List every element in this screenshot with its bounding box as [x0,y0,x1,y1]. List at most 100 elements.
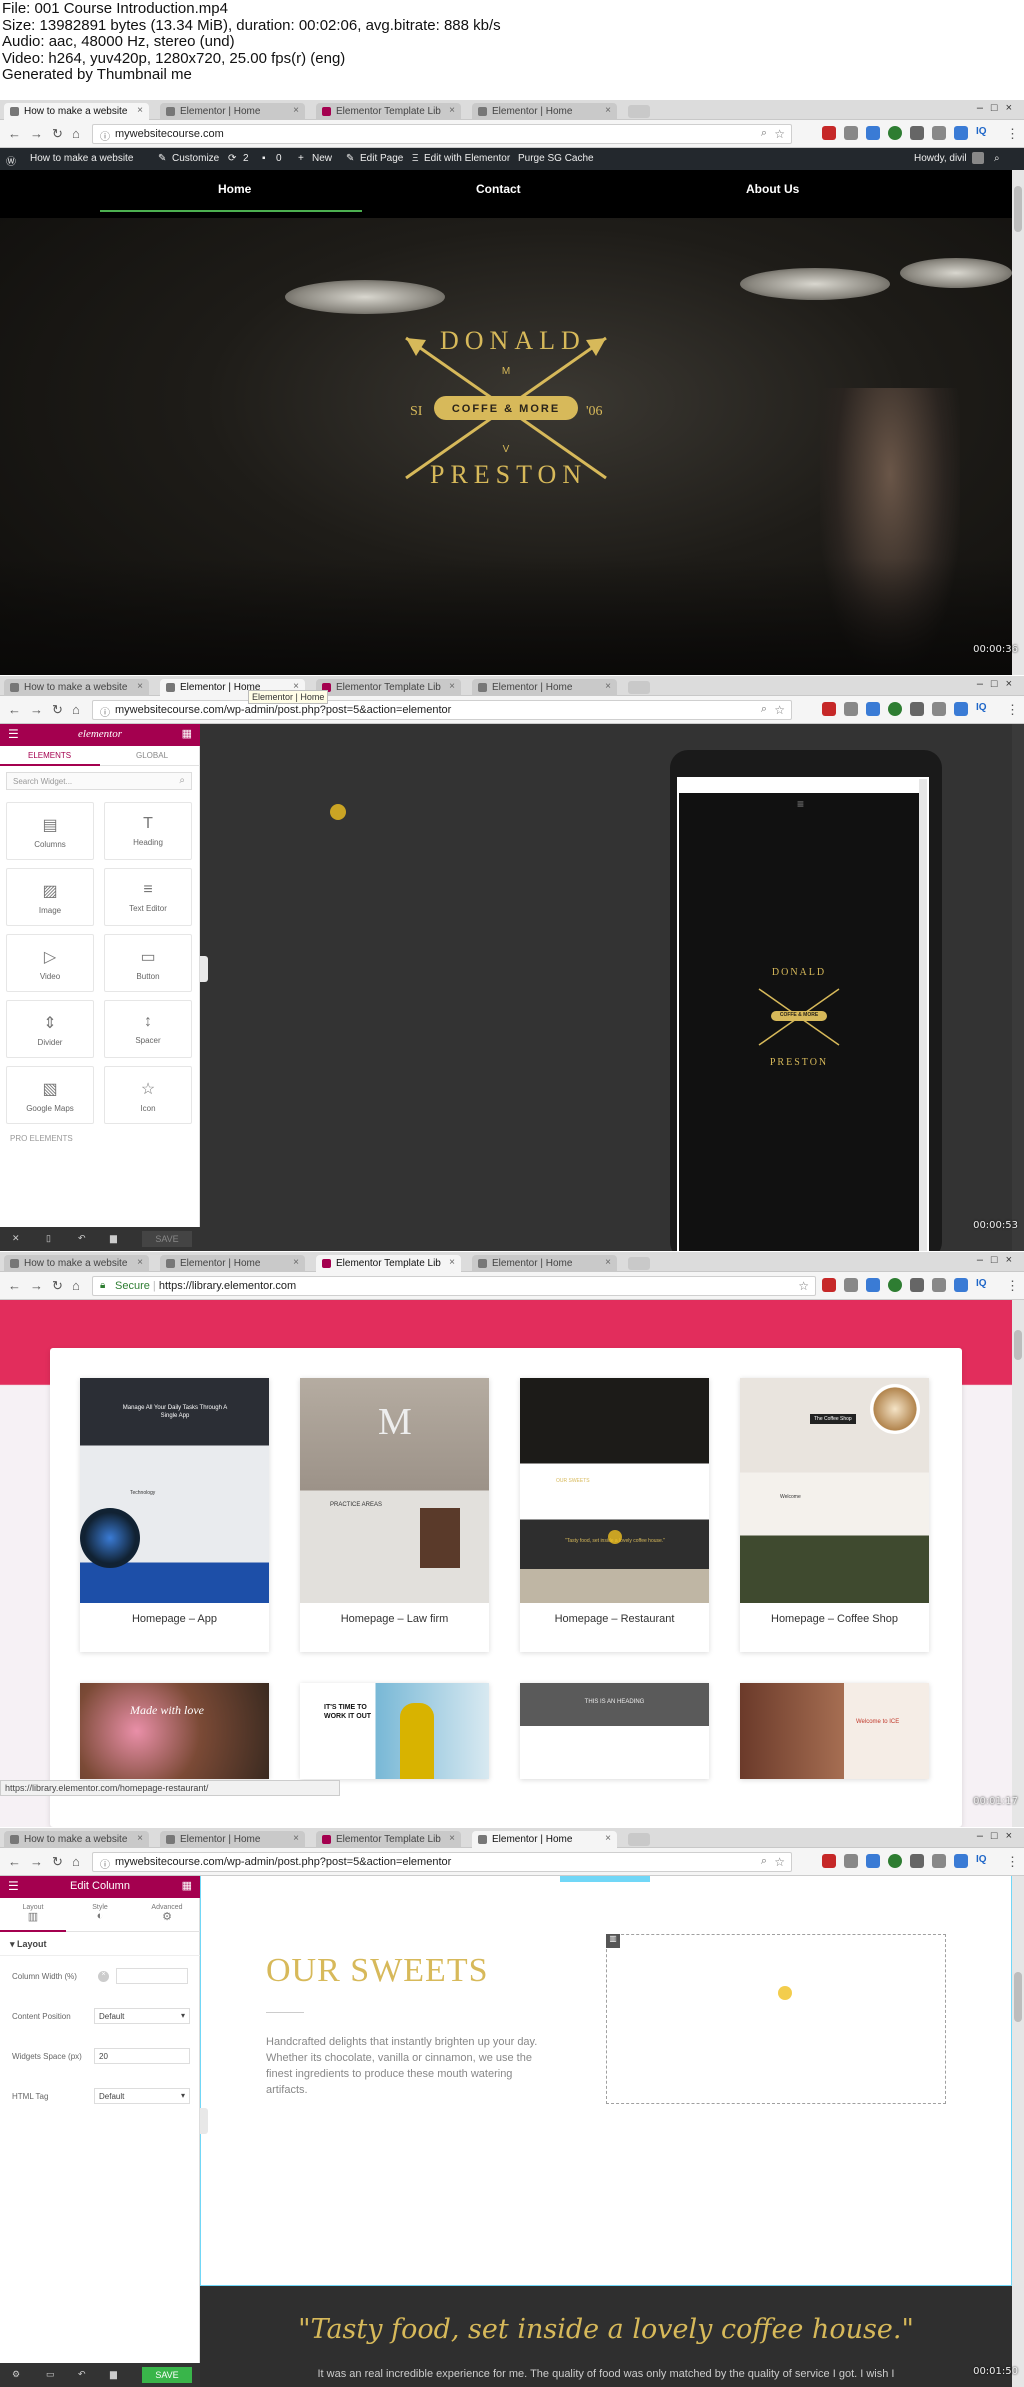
extension-icon[interactable] [866,126,880,140]
close-icon[interactable]: ✕ [12,1233,20,1244]
window-controls[interactable]: –□× [977,678,1020,690]
tab-elementor[interactable]: Elementor | Home × [160,1255,305,1272]
clear-icon[interactable]: × [98,1971,109,1982]
menu-icon[interactable]: ⋮ [1006,1278,1019,1294]
search-icon[interactable]: ⌕ [761,127,767,140]
tab-website[interactable]: How to make a website × [4,1831,149,1848]
extension-icon[interactable] [888,1278,902,1292]
scrollbar-thumb[interactable] [1014,1330,1022,1360]
reload-icon[interactable]: ↻ [52,1278,63,1294]
hamburger-icon[interactable]: ≡ [797,797,804,811]
template-card-coffee-shop[interactable]: The Coffee Shop Welcome Homepage – Coffe… [740,1378,929,1652]
widgets-space-input[interactable]: 20 [94,2048,190,2064]
template-card-generic[interactable]: THIS IS AN HEADING [520,1683,709,1779]
panel-collapse-handle[interactable] [200,956,208,982]
widget-google-maps[interactable]: ▧ Google Maps [6,1066,94,1124]
folder-icon[interactable]: ▆ [110,2369,117,2380]
adblock-icon[interactable] [822,126,836,140]
template-card-restaurant[interactable]: OUR SWEETS "Tasty food, set inside a lov… [520,1378,709,1652]
template-card-law-firm[interactable]: M PRACTICE AREAS Homepage – Law firm [300,1378,489,1652]
window-controls[interactable]: –□× [977,1830,1020,1842]
back-icon[interactable]: ← [8,702,21,717]
extension-icon[interactable] [932,126,946,140]
wordpress-icon[interactable]: Ⓦ [6,153,16,168]
reload-icon[interactable]: ↻ [52,126,63,142]
html-tag-select[interactable]: Default ▾ [94,2088,190,2104]
tab-advanced[interactable]: ⚙ Advanced [134,1904,200,1923]
tab-template-library[interactable]: Elementor Template Lib × [316,1255,461,1272]
section-layout-header[interactable]: ▾ Layout [0,1932,200,1956]
url-field[interactable]: 🔒︎ Secure | https://library.elementor.co… [92,1276,816,1296]
menu-icon[interactable]: ⋮ [1006,126,1019,142]
extension-icon[interactable] [932,1278,946,1292]
close-icon[interactable]: × [137,681,143,692]
forward-icon[interactable]: → [30,702,43,717]
tab-elementor[interactable]: Elementor | Home × [160,103,305,120]
widget-image[interactable]: ▨ Image [6,868,94,926]
extension-icon[interactable] [866,1854,880,1868]
forward-icon[interactable]: → [30,126,43,141]
extension-icon[interactable] [844,1854,858,1868]
settings-icon[interactable]: ⚙ [12,2369,20,2380]
adblock-icon[interactable] [822,1278,836,1292]
new-tab-button[interactable] [628,1257,650,1270]
adblock-icon[interactable] [822,702,836,716]
grid-icon[interactable]: ▦ [182,1879,192,1892]
grid-icon[interactable]: ▦ [182,727,192,740]
widget-button[interactable]: ▭ Button [104,934,192,992]
template-card-donut[interactable]: Made with love [80,1683,269,1779]
search-icon[interactable]: ⌕ [994,153,1000,164]
back-icon[interactable]: ← [8,1854,21,1869]
edit-elementor-link[interactable]: Edit with Elementor [424,153,510,164]
scrollbar[interactable] [1012,170,1024,675]
tab-website[interactable]: How to make a website × [4,679,149,696]
extension-icon[interactable] [932,702,946,716]
new-link[interactable]: New [312,153,332,164]
widget-search-input[interactable]: Search Widget... ⌕ [6,772,192,790]
tab-template-library[interactable]: Elementor Template Lib × [316,103,461,120]
tab-global[interactable]: GLOBAL [136,751,168,760]
tab-website[interactable]: How to make a website × [4,103,149,120]
tab-elementor-2[interactable]: Elementor | Home × [472,679,617,696]
template-card-app[interactable]: Manage All Your Daily Tasks Through A Si… [80,1378,269,1652]
tab-template-library[interactable]: Elementor Template Lib × [316,1831,461,1848]
close-icon[interactable]: × [449,1833,455,1844]
url-field[interactable]: ⓘ mywebsitecourse.com ⌕ ☆ [92,124,792,144]
extension-icon[interactable] [888,702,902,716]
responsive-icon[interactable]: ▯ [46,1233,51,1244]
star-icon[interactable]: ☆ [798,1279,809,1293]
reload-icon[interactable]: ↻ [52,1854,63,1870]
howdy-user[interactable]: Howdy, divil [914,153,967,164]
iq-icon[interactable]: IQ [976,126,990,140]
new-tab-button[interactable] [628,681,650,694]
search-icon[interactable]: ⌕ [761,1855,767,1868]
close-icon[interactable]: × [293,1257,299,1268]
hamburger-icon[interactable]: ☰ [8,727,19,741]
iq-icon[interactable]: IQ [976,702,990,716]
close-icon[interactable]: × [605,105,611,116]
iq-icon[interactable]: IQ [976,1278,990,1292]
tab-elementor-2[interactable]: Elementor | Home × [472,1831,617,1848]
save-button[interactable]: SAVE [142,2367,192,2383]
url-field[interactable]: ⓘ mywebsitecourse.com/wp-admin/post.php?… [92,1852,792,1872]
nav-home[interactable]: Home [218,182,251,196]
forward-icon[interactable]: → [30,1854,43,1869]
tab-layout[interactable]: ▥ Layout [0,1904,66,1923]
close-icon[interactable]: × [605,681,611,692]
menu-icon[interactable]: ⋮ [1006,702,1019,718]
tab-template-library[interactable]: Elementor Template Lib × [316,679,461,696]
back-icon[interactable]: ← [8,1278,21,1293]
admin-site-link[interactable]: How to make a website [30,153,133,164]
star-icon[interactable]: ☆ [774,703,785,717]
widget-text-editor[interactable]: ≡ Text Editor [104,868,192,926]
extension-icon[interactable] [844,1278,858,1292]
new-tab-button[interactable] [628,105,650,118]
tab-elementor-2[interactable]: Elementor | Home × [472,103,617,120]
history-icon[interactable]: ↶ [78,1233,86,1244]
comments-count[interactable]: 0 [276,153,282,164]
widget-spacer[interactable]: ↕ Spacer [104,1000,192,1058]
new-tab-button[interactable] [628,1833,650,1846]
close-icon[interactable]: × [449,1257,455,1268]
extension-icon[interactable] [910,1278,924,1292]
extension-icon[interactable] [954,1278,968,1292]
